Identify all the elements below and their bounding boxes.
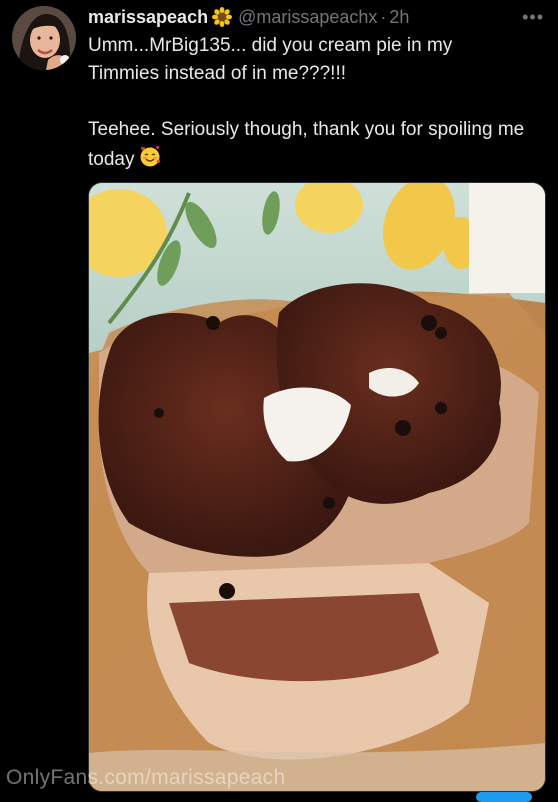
smiling-face-with-hearts-icon [138, 144, 162, 177]
avatar[interactable] [12, 6, 76, 70]
separator-dot: · [380, 7, 387, 27]
handle[interactable]: @marissapeachx [238, 6, 377, 28]
tweet-header: marissapeach @marissapeachx · 2h ••• [88, 6, 544, 28]
display-name[interactable]: marissapeach [88, 6, 208, 28]
tweet-photo[interactable] [88, 182, 546, 792]
watermark: OnlyFans.com/marissapeach [6, 766, 286, 789]
sunflower-icon [212, 7, 233, 27]
floating-action-button[interactable] [476, 792, 532, 802]
tweet-text-line-1: Umm...MrBig135... did you cream pie in m… [88, 35, 458, 84]
timestamp[interactable]: 2h [389, 6, 409, 28]
tweet-text: Umm...MrBig135... did you cream pie in m… [88, 32, 528, 177]
more-options-icon[interactable]: ••• [522, 6, 544, 28]
